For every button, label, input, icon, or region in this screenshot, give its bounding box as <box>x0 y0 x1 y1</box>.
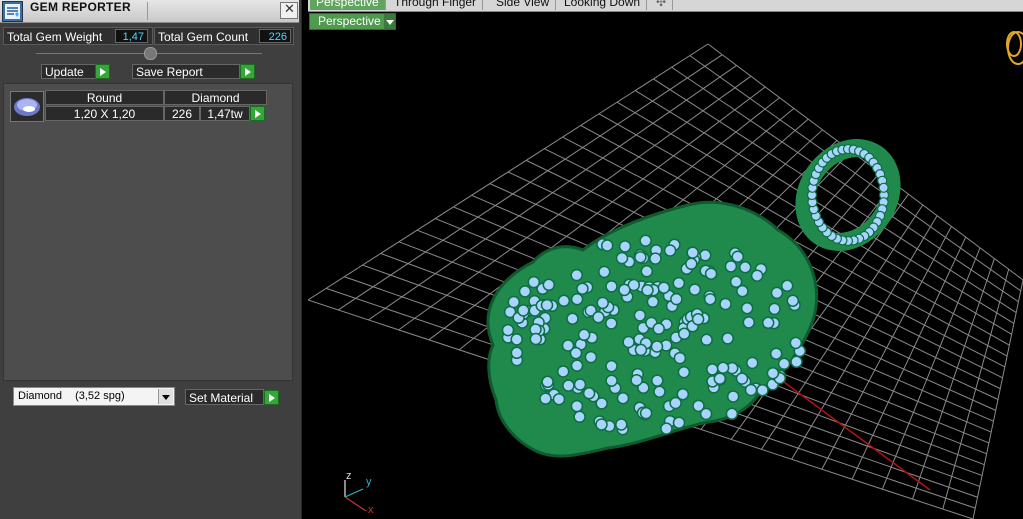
set-material-button[interactable]: Set Material <box>185 389 264 405</box>
total-gem-weight-label-text: Total Gem Weight <box>7 30 103 44</box>
panel-title: GEM REPORTER <box>30 0 131 14</box>
tab-side-view[interactable]: Side View <box>490 0 557 10</box>
add-tab-icon[interactable]: ✣ <box>650 0 674 10</box>
chevron-down-icon[interactable] <box>158 389 173 404</box>
gem-weight-cell: 1,47tw <box>200 106 250 121</box>
scene-canvas[interactable] <box>308 0 1023 519</box>
save-report-go-icon[interactable] <box>240 64 255 79</box>
gem-row-go-icon[interactable] <box>250 106 265 121</box>
update-button[interactable]: Update <box>41 64 96 79</box>
total-gem-count-value: 226 <box>259 29 291 43</box>
tab-through-finger[interactable]: Through Finger <box>388 0 484 10</box>
splitter-handle[interactable] <box>144 47 157 60</box>
view-mode-dropdown[interactable]: Perspective <box>309 13 396 30</box>
tab-perspective[interactable]: Perspective <box>310 0 386 10</box>
set-material-go-icon[interactable] <box>264 390 279 405</box>
round-gem-icon[interactable] <box>10 91 44 122</box>
material-select[interactable]: Diamond (3,52 spg) <box>13 387 175 406</box>
gem-header-material: Diamond <box>164 90 267 105</box>
gem-reporter-panel: GEM REPORTER ✕ Total Gem Weight 1,47 Tot… <box>0 0 302 519</box>
gem-reporter-icon <box>2 1 23 22</box>
total-gem-count-label-text: Total Gem Count <box>158 30 249 44</box>
material-name: Diamond <box>18 390 63 402</box>
axis-label-y: y <box>366 476 372 488</box>
view-tab-bar: Perspective Through Finger Side View Loo… <box>308 0 1023 12</box>
gem-list[interactable] <box>3 83 293 381</box>
axis-label-x: x <box>368 504 374 516</box>
title-divider <box>147 2 148 20</box>
chevron-down-icon[interactable] <box>384 14 395 29</box>
axis-label-z: z <box>346 470 352 482</box>
close-icon: ✕ <box>284 2 295 17</box>
tab-looking-down[interactable]: Looking Down <box>558 0 648 10</box>
viewport-3d[interactable]: z y x Perspective Through Finger Side Vi… <box>308 0 1023 519</box>
gem-count-cell: 226 <box>164 106 200 121</box>
save-report-button[interactable]: Save Report <box>132 64 240 79</box>
gem-size-cell: 1,20 X 1,20 <box>45 106 164 121</box>
material-density: (3,52 spg) <box>75 390 125 402</box>
total-gem-weight-value: 1,47 <box>115 29 148 43</box>
view-mode-label: Perspective <box>318 14 381 28</box>
close-button[interactable]: ✕ <box>280 2 298 19</box>
update-go-icon[interactable] <box>95 64 110 79</box>
gem-header-shape: Round <box>45 90 164 105</box>
panel-titlebar[interactable]: GEM REPORTER ✕ <box>0 0 299 23</box>
